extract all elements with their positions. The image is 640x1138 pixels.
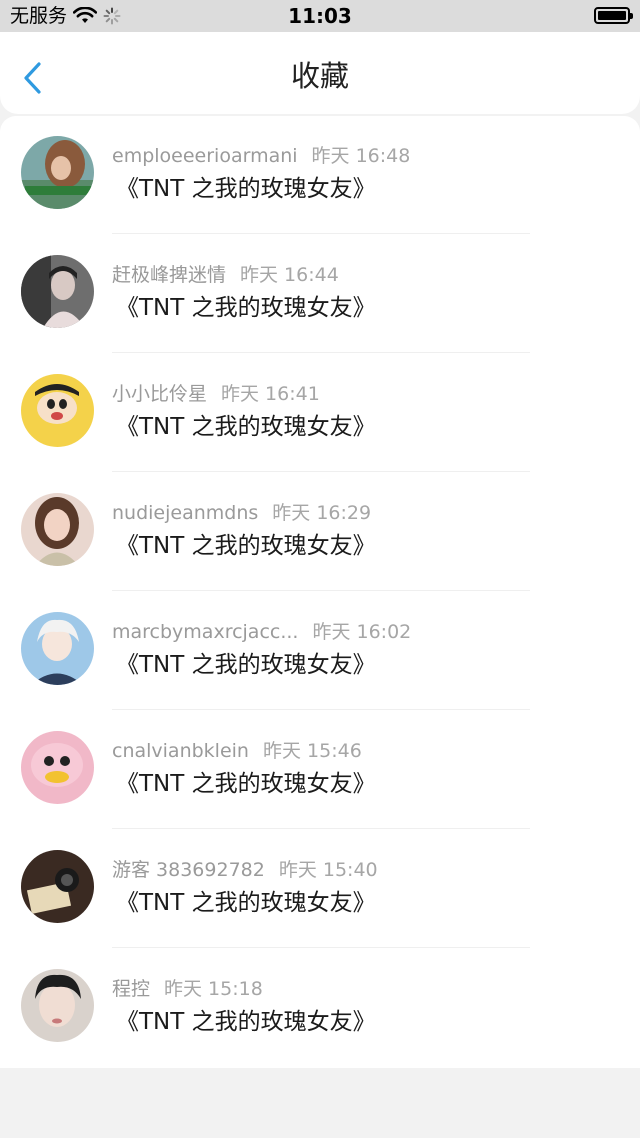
timestamp: 昨天 15:40 (278, 859, 378, 881)
timestamp: 昨天 16:29 (272, 502, 372, 524)
list-item[interactable]: 赶极峰捭迷情 昨天 16:44 《TNT 之我的玫瑰女友》 (0, 235, 640, 354)
meta-line: 游客 383692782 昨天 15:40 (112, 858, 378, 882)
avatar (21, 612, 94, 685)
username: 赶极峰捭迷情 (112, 264, 227, 286)
item-title: 《TNT 之我的玫瑰女友》 (116, 295, 376, 321)
divider (112, 352, 530, 353)
divider (112, 828, 530, 829)
meta-line: 赶极峰捭迷情 昨天 16:44 (112, 263, 339, 287)
list-item[interactable]: cnalvianbklein 昨天 15:46 《TNT 之我的玫瑰女友》 (0, 711, 640, 830)
username: cnalvianbklein (112, 740, 249, 762)
avatar (21, 850, 94, 923)
list-item[interactable]: 程控 昨天 15:18 《TNT 之我的玫瑰女友》 (0, 949, 640, 1068)
favorites-list: emploeeerioarmani 昨天 16:48 《TNT 之我的玫瑰女友》 … (0, 116, 640, 1068)
item-title: 《TNT 之我的玫瑰女友》 (116, 414, 376, 440)
divider (112, 709, 530, 710)
list-item[interactable]: emploeeerioarmani 昨天 16:48 《TNT 之我的玫瑰女友》 (0, 116, 640, 235)
meta-line: nudiejeanmdns 昨天 16:29 (112, 501, 371, 525)
avatar (21, 969, 94, 1042)
item-title: 《TNT 之我的玫瑰女友》 (116, 890, 376, 916)
meta-line: cnalvianbklein 昨天 15:46 (112, 739, 362, 763)
status-bar: 无服务 11:03 (0, 0, 640, 32)
item-title: 《TNT 之我的玫瑰女友》 (116, 1009, 376, 1035)
username: marcbymaxrcjacc... (112, 621, 299, 643)
list-item[interactable]: marcbymaxrcjacc... 昨天 16:02 《TNT 之我的玫瑰女友》 (0, 592, 640, 711)
timestamp: 昨天 15:46 (262, 740, 362, 762)
username: emploeeerioarmani (112, 145, 298, 167)
timestamp: 昨天 15:18 (164, 978, 263, 1000)
timestamp: 昨天 16:48 (311, 145, 411, 167)
avatar (21, 136, 94, 209)
list-item[interactable]: 小小比伶星 昨天 16:41 《TNT 之我的玫瑰女友》 (0, 354, 640, 473)
page-title: 收藏 (290, 59, 349, 93)
username: 游客 383692782 (112, 859, 265, 881)
divider (112, 471, 530, 472)
item-title: 《TNT 之我的玫瑰女友》 (116, 533, 376, 559)
meta-line: marcbymaxrcjacc... 昨天 16:02 (112, 620, 411, 644)
item-title: 《TNT 之我的玫瑰女友》 (116, 652, 376, 678)
list-item[interactable]: nudiejeanmdns 昨天 16:29 《TNT 之我的玫瑰女友》 (0, 473, 640, 592)
avatar (21, 255, 94, 328)
avatar (21, 731, 94, 804)
list-item[interactable]: 游客 383692782 昨天 15:40 《TNT 之我的玫瑰女友》 (0, 830, 640, 949)
avatar (21, 374, 94, 447)
meta-line: 小小比伶星 昨天 16:41 (112, 382, 320, 406)
status-time: 11:03 (288, 4, 352, 28)
username: 小小比伶星 (112, 383, 208, 405)
status-right (594, 7, 633, 24)
item-title: 《TNT 之我的玫瑰女友》 (116, 771, 376, 797)
meta-line: 程控 昨天 15:18 (112, 977, 263, 1001)
item-title: 《TNT 之我的玫瑰女友》 (116, 176, 376, 202)
divider (112, 947, 530, 948)
battery-icon (594, 7, 633, 24)
timestamp: 昨天 16:02 (312, 621, 412, 643)
avatar (21, 493, 94, 566)
meta-line: emploeeerioarmani 昨天 16:48 (112, 144, 410, 168)
timestamp: 昨天 16:44 (240, 264, 339, 286)
nav-bar: 收藏 (0, 32, 640, 114)
timestamp: 昨天 16:41 (221, 383, 320, 405)
divider (112, 590, 530, 591)
username: nudiejeanmdns (112, 502, 259, 524)
divider (112, 233, 530, 234)
username: 程控 (112, 978, 151, 1000)
